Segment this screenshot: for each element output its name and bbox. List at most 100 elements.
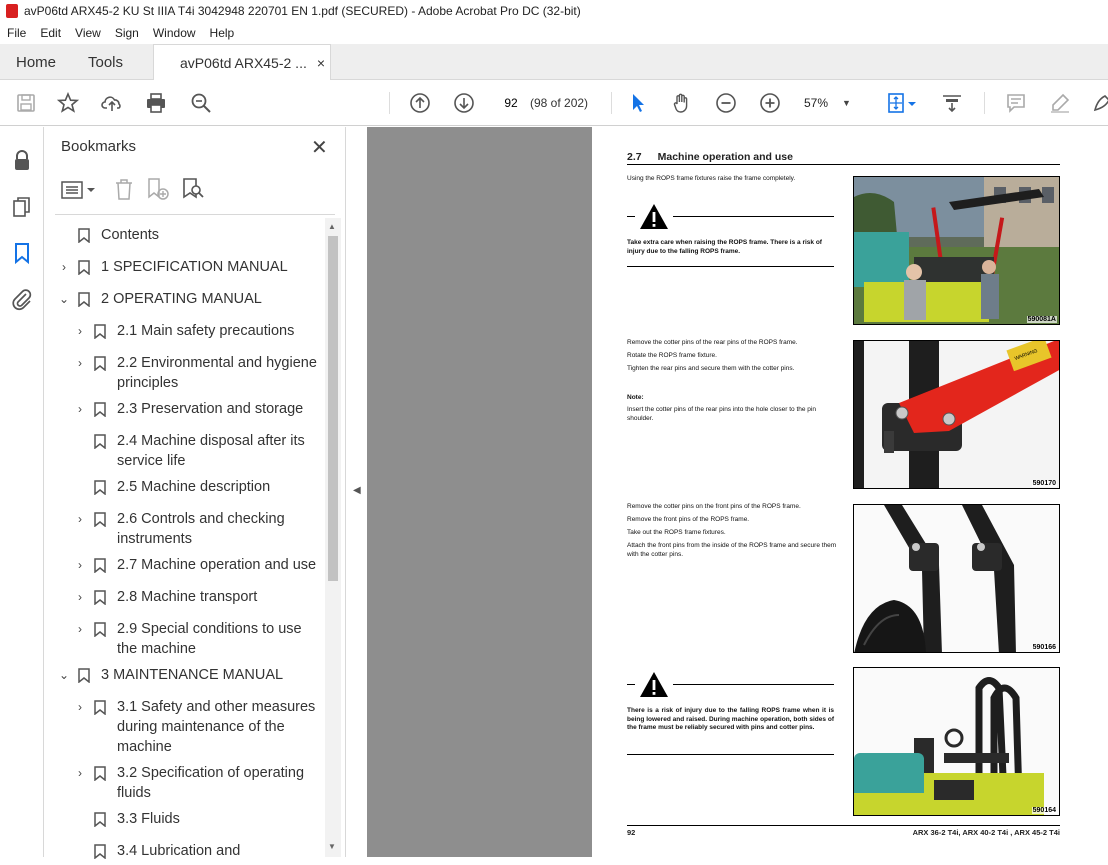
chevron-right-icon[interactable]: ›: [73, 587, 87, 607]
bookmark-label-line2: the machine: [117, 641, 196, 657]
bookmarks-title: Bookmarks: [61, 138, 137, 155]
comment-icon[interactable]: [1004, 91, 1028, 115]
chevron-right-icon[interactable]: ›: [73, 555, 87, 575]
bookmark-label: 2.1 Main safety precautions: [117, 323, 295, 339]
tab-document[interactable]: avP06td ARX45-2 ... ×: [153, 44, 331, 81]
warning-rule: [673, 216, 834, 217]
print-icon[interactable]: [144, 91, 168, 115]
new-bookmark-icon[interactable]: [146, 177, 170, 201]
bookmark-flag-icon: [94, 700, 106, 716]
toolbar-separator: [389, 92, 390, 114]
chevron-right-icon[interactable]: ›: [57, 257, 71, 277]
menu-view[interactable]: View: [68, 26, 108, 40]
warning-text: There is a risk of injury due to the fal…: [627, 707, 834, 731]
close-icon[interactable]: ✕: [311, 135, 328, 160]
warning-rule: [627, 684, 635, 685]
photo-code: 590164: [1031, 807, 1057, 814]
bookmark-label-line2: fluids: [117, 785, 151, 801]
zoom-dropdown[interactable]: 57% ▼: [804, 91, 862, 115]
chevron-right-icon[interactable]: ›: [73, 697, 87, 717]
tab-bar: Home Tools avP06td ARX45-2 ... ×: [0, 44, 1108, 81]
warning-symbol-row: [627, 203, 834, 233]
page-count: (98 of 202): [530, 96, 589, 110]
collapse-panel-icon[interactable]: ◀: [353, 485, 361, 496]
bookmark-label: Contents: [101, 227, 160, 243]
save-icon[interactable]: [14, 91, 38, 115]
scroll-down-icon[interactable]: ▼: [328, 842, 336, 851]
warning-end-rule: [627, 754, 834, 755]
copy-pages-icon[interactable]: [10, 195, 34, 219]
bookmark-label-line2: instruments: [117, 531, 192, 547]
select-arrow-icon[interactable]: [626, 91, 650, 115]
highlight-icon[interactable]: [1048, 91, 1072, 115]
photo-rops-fixture: WARNING 590170: [853, 340, 1060, 489]
zoom-search-icon[interactable]: [189, 91, 213, 115]
chevron-right-icon[interactable]: ›: [73, 399, 87, 419]
bookmark-flag-icon: [78, 668, 90, 684]
bookmark-flag-icon: [94, 324, 106, 340]
chevron-right-icon[interactable]: ›: [73, 619, 87, 639]
fit-page-dropdown-icon[interactable]: [906, 91, 918, 115]
document-viewport[interactable]: 2.7 Machine operation and use Using the R…: [367, 127, 1108, 857]
zoom-in-icon[interactable]: [758, 91, 782, 115]
menu-file[interactable]: File: [0, 26, 33, 40]
pdf-page: 2.7 Machine operation and use Using the R…: [592, 127, 1108, 857]
section-rule: [627, 164, 1060, 165]
section-number: 2.7: [627, 151, 642, 163]
bookmark-label: 2.9 Special conditions to use: [117, 621, 302, 637]
bookmarks-separator: [55, 214, 335, 215]
upload-icon[interactable]: [100, 91, 124, 115]
note-text: Insert the cotter pins of the rear pins …: [627, 406, 816, 422]
star-icon[interactable]: [56, 91, 80, 115]
fit-page-icon[interactable]: [884, 91, 908, 115]
scrollbar-thumb[interactable]: [328, 236, 338, 581]
tab-home[interactable]: Home: [16, 44, 56, 80]
find-bookmark-icon[interactable]: [181, 177, 205, 201]
chevron-right-icon[interactable]: ›: [73, 353, 87, 373]
menu-help[interactable]: Help: [203, 26, 242, 40]
bookmark-flag-icon: [94, 558, 106, 574]
paperclip-icon[interactable]: [10, 287, 34, 311]
step-text: Remove the front pins of the ROPS frame.: [627, 516, 750, 523]
warning-end-rule: [627, 266, 834, 267]
bookmark-flag-icon: [94, 622, 106, 638]
scroll-up-icon[interactable]: ▲: [328, 222, 336, 231]
bookmark-label: 2.8 Machine transport: [117, 589, 258, 605]
lock-icon[interactable]: [10, 149, 34, 173]
delete-bookmark-icon[interactable]: [113, 177, 135, 201]
step-text: Remove the cotter pins on the front pins…: [627, 503, 801, 510]
chevron-down-icon[interactable]: ⌄: [57, 665, 71, 685]
chevron-down-icon: ▼: [842, 98, 851, 108]
bookmarks-scrollbar[interactable]: ▲ ▼: [325, 218, 341, 857]
chevron-right-icon[interactable]: ›: [73, 509, 87, 529]
tab-tools[interactable]: Tools: [88, 44, 123, 80]
bookmark-flag-icon: [94, 590, 106, 606]
zoom-out-icon[interactable]: [714, 91, 738, 115]
bookmark-icon[interactable]: [10, 241, 34, 265]
page-number-input[interactable]: [496, 91, 526, 115]
bookmark-options-icon[interactable]: [61, 179, 97, 201]
hand-icon[interactable]: [670, 91, 694, 115]
warning-rule: [627, 216, 635, 217]
chevron-right-icon[interactable]: ›: [73, 763, 87, 783]
tab-close-icon[interactable]: ×: [317, 55, 325, 71]
tab-document-label: avP06td ARX45-2 ...: [180, 55, 307, 71]
photo-code: 590081A: [1026, 316, 1057, 323]
bookmark-label: 3.2 Specification of operating: [117, 765, 305, 781]
draw-icon[interactable]: [1090, 91, 1108, 115]
menu-window[interactable]: Window: [146, 26, 203, 40]
step-text: Remove the cotter pins of the rear pins …: [627, 339, 798, 346]
chevron-down-icon[interactable]: ⌄: [57, 289, 71, 309]
bookmarks-toolbar: [45, 173, 345, 207]
warning-rule: [673, 684, 834, 685]
toolbar-separator: [984, 92, 985, 114]
menu-edit[interactable]: Edit: [33, 26, 68, 40]
menu-sign[interactable]: Sign: [108, 26, 146, 40]
scroll-mode-icon[interactable]: [940, 91, 964, 115]
footer-models: ARX 36-2 T4i, ARX 40-2 T4i , ARX 45-2 T4…: [912, 828, 1060, 837]
chevron-right-icon[interactable]: ›: [73, 321, 87, 341]
section-title: Machine operation and use: [657, 151, 793, 163]
prev-page-icon[interactable]: [408, 91, 432, 115]
warning-triangle-icon: [640, 204, 668, 229]
next-page-icon[interactable]: [452, 91, 476, 115]
